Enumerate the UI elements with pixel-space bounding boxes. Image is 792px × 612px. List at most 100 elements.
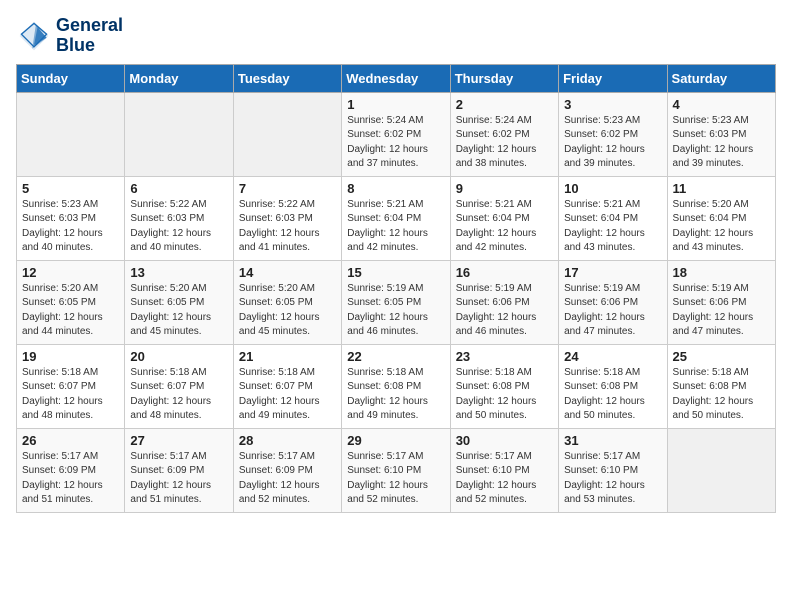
calendar-cell: 24Sunrise: 5:18 AM Sunset: 6:08 PM Dayli… (559, 344, 667, 428)
day-number: 31 (564, 433, 661, 448)
calendar-cell: 8 Sunrise: 5:21 AM Sunset: 6:04 PM Daylig… (342, 176, 450, 260)
day-number: 7 (239, 181, 336, 196)
day-info: Sunrise: 5:18 AM Sunset: 6:07 PM Dayligh… (22, 366, 119, 424)
day-info: Sunrise: 5:21 AM Sunset: 6:04 PM Dayligh… (456, 198, 553, 256)
page-header: General Blue (16, 16, 776, 56)
calendar-week-row: 1 Sunrise: 5:24 AM Sunset: 6:02 PM Daylig… (17, 92, 776, 176)
day-number: 2 (456, 97, 553, 112)
day-number: 17 (564, 265, 661, 280)
calendar-cell: 14Sunrise: 5:20 AM Sunset: 6:05 PM Dayli… (233, 260, 341, 344)
calendar-cell: 15 Sunrise: 5:19 AM Sunset: 6:05 PM Dayli… (342, 260, 450, 344)
day-info: Sunrise: 5:18 AM Sunset: 6:08 PM Dayligh… (564, 366, 661, 424)
calendar-cell: 12 Sunrise: 5:20 AM Sunset: 6:05 PM Dayli… (17, 260, 125, 344)
day-info: Sunrise: 5:18 AM Sunset: 6:08 PM Dayligh… (347, 366, 444, 424)
calendar-cell: 29 Sunrise: 5:17 AM Sunset: 6:10 PM Dayli… (342, 428, 450, 512)
day-number: 18 (673, 265, 770, 280)
day-info: Sunrise: 5:24 AM Sunset: 6:02 PM Dayligh… (347, 114, 444, 172)
calendar-cell: 6Sunrise: 5:22 AM Sunset: 6:03 PM Daylig… (125, 176, 233, 260)
day-number: 29 (347, 433, 444, 448)
calendar-cell: 13Sunrise: 5:20 AM Sunset: 6:05 PM Dayli… (125, 260, 233, 344)
day-number: 22 (347, 349, 444, 364)
day-info: Sunrise: 5:24 AM Sunset: 6:02 PM Dayligh… (456, 114, 553, 172)
day-info: Sunrise: 5:22 AM Sunset: 6:03 PM Dayligh… (130, 198, 227, 256)
day-info: Sunrise: 5:23 AM Sunset: 6:03 PM Dayligh… (22, 198, 119, 256)
weekday-header: Tuesday (233, 64, 341, 92)
weekday-header: Saturday (667, 64, 775, 92)
day-info: Sunrise: 5:19 AM Sunset: 6:06 PM Dayligh… (673, 282, 770, 340)
day-info: Sunrise: 5:22 AM Sunset: 6:03 PM Dayligh… (239, 198, 336, 256)
day-info: Sunrise: 5:17 AM Sunset: 6:10 PM Dayligh… (564, 450, 661, 508)
calendar-cell: 1 Sunrise: 5:24 AM Sunset: 6:02 PM Daylig… (342, 92, 450, 176)
weekday-header: Monday (125, 64, 233, 92)
calendar-cell: 18 Sunrise: 5:19 AM Sunset: 6:06 PM Dayli… (667, 260, 775, 344)
calendar-cell: 19 Sunrise: 5:18 AM Sunset: 6:07 PM Dayli… (17, 344, 125, 428)
calendar-cell: 22 Sunrise: 5:18 AM Sunset: 6:08 PM Dayli… (342, 344, 450, 428)
logo-text: General Blue (56, 16, 123, 56)
day-number: 21 (239, 349, 336, 364)
day-number: 19 (22, 349, 119, 364)
logo: General Blue (16, 16, 123, 56)
calendar-cell: 21 Sunrise: 5:18 AM Sunset: 6:07 PM Dayli… (233, 344, 341, 428)
day-info: Sunrise: 5:21 AM Sunset: 6:04 PM Dayligh… (347, 198, 444, 256)
calendar-cell: 27 Sunrise: 5:17 AM Sunset: 6:09 PM Dayli… (125, 428, 233, 512)
day-info: Sunrise: 5:19 AM Sunset: 6:05 PM Dayligh… (347, 282, 444, 340)
day-number: 23 (456, 349, 553, 364)
calendar-week-row: 19 Sunrise: 5:18 AM Sunset: 6:07 PM Dayli… (17, 344, 776, 428)
calendar-cell (17, 92, 125, 176)
calendar-cell: 7 Sunrise: 5:22 AM Sunset: 6:03 PM Daylig… (233, 176, 341, 260)
calendar-cell: 2 Sunrise: 5:24 AM Sunset: 6:02 PM Daylig… (450, 92, 558, 176)
day-info: Sunrise: 5:18 AM Sunset: 6:08 PM Dayligh… (456, 366, 553, 424)
day-number: 1 (347, 97, 444, 112)
day-number: 8 (347, 181, 444, 196)
calendar-cell: 30 Sunrise: 5:17 AM Sunset: 6:10 PM Dayli… (450, 428, 558, 512)
day-number: 25 (673, 349, 770, 364)
day-info: Sunrise: 5:19 AM Sunset: 6:06 PM Dayligh… (456, 282, 553, 340)
day-number: 10 (564, 181, 661, 196)
calendar-cell: 11 Sunrise: 5:20 AM Sunset: 6:04 PM Dayli… (667, 176, 775, 260)
calendar-cell: 25 Sunrise: 5:18 AM Sunset: 6:08 PM Dayli… (667, 344, 775, 428)
calendar-cell: 31 Sunrise: 5:17 AM Sunset: 6:10 PM Dayli… (559, 428, 667, 512)
day-number: 15 (347, 265, 444, 280)
calendar-cell: 16 Sunrise: 5:19 AM Sunset: 6:06 PM Dayli… (450, 260, 558, 344)
calendar-table: SundayMondayTuesdayWednesdayThursdayFrid… (16, 64, 776, 513)
day-number: 11 (673, 181, 770, 196)
calendar-week-row: 5 Sunrise: 5:23 AM Sunset: 6:03 PM Daylig… (17, 176, 776, 260)
day-number: 27 (130, 433, 227, 448)
day-info: Sunrise: 5:18 AM Sunset: 6:08 PM Dayligh… (673, 366, 770, 424)
day-number: 13 (130, 265, 227, 280)
day-number: 30 (456, 433, 553, 448)
day-number: 12 (22, 265, 119, 280)
day-number: 4 (673, 97, 770, 112)
calendar-cell (125, 92, 233, 176)
calendar-cell: 26 Sunrise: 5:17 AM Sunset: 6:09 PM Dayli… (17, 428, 125, 512)
day-info: Sunrise: 5:18 AM Sunset: 6:07 PM Dayligh… (239, 366, 336, 424)
calendar-cell (667, 428, 775, 512)
day-info: Sunrise: 5:20 AM Sunset: 6:04 PM Dayligh… (673, 198, 770, 256)
weekday-header: Friday (559, 64, 667, 92)
calendar-header-row: SundayMondayTuesdayWednesdayThursdayFrid… (17, 64, 776, 92)
day-info: Sunrise: 5:23 AM Sunset: 6:02 PM Dayligh… (564, 114, 661, 172)
day-info: Sunrise: 5:17 AM Sunset: 6:10 PM Dayligh… (347, 450, 444, 508)
calendar-cell: 17Sunrise: 5:19 AM Sunset: 6:06 PM Dayli… (559, 260, 667, 344)
day-info: Sunrise: 5:17 AM Sunset: 6:09 PM Dayligh… (130, 450, 227, 508)
weekday-header: Sunday (17, 64, 125, 92)
day-info: Sunrise: 5:20 AM Sunset: 6:05 PM Dayligh… (239, 282, 336, 340)
calendar-week-row: 26 Sunrise: 5:17 AM Sunset: 6:09 PM Dayli… (17, 428, 776, 512)
day-info: Sunrise: 5:17 AM Sunset: 6:10 PM Dayligh… (456, 450, 553, 508)
day-number: 26 (22, 433, 119, 448)
day-number: 20 (130, 349, 227, 364)
day-info: Sunrise: 5:17 AM Sunset: 6:09 PM Dayligh… (22, 450, 119, 508)
day-number: 5 (22, 181, 119, 196)
calendar-cell: 3Sunrise: 5:23 AM Sunset: 6:02 PM Daylig… (559, 92, 667, 176)
logo-icon (16, 18, 52, 54)
calendar-cell: 9Sunrise: 5:21 AM Sunset: 6:04 PM Daylig… (450, 176, 558, 260)
day-info: Sunrise: 5:21 AM Sunset: 6:04 PM Dayligh… (564, 198, 661, 256)
day-info: Sunrise: 5:18 AM Sunset: 6:07 PM Dayligh… (130, 366, 227, 424)
day-info: Sunrise: 5:20 AM Sunset: 6:05 PM Dayligh… (22, 282, 119, 340)
calendar-body: 1 Sunrise: 5:24 AM Sunset: 6:02 PM Daylig… (17, 92, 776, 512)
day-number: 28 (239, 433, 336, 448)
calendar-cell: 10 Sunrise: 5:21 AM Sunset: 6:04 PM Dayli… (559, 176, 667, 260)
day-number: 16 (456, 265, 553, 280)
day-info: Sunrise: 5:23 AM Sunset: 6:03 PM Dayligh… (673, 114, 770, 172)
calendar-cell: 23 Sunrise: 5:18 AM Sunset: 6:08 PM Dayli… (450, 344, 558, 428)
